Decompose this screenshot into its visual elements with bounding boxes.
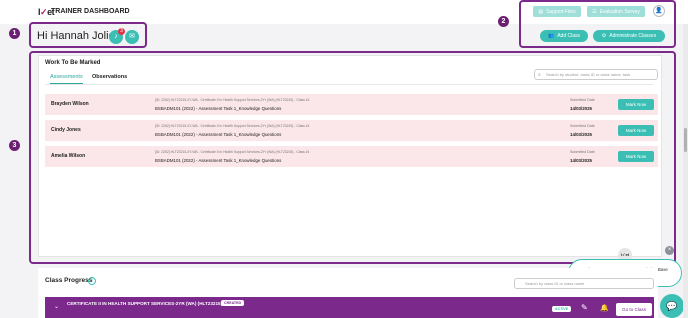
table-row: Cindy Jones [ID: 2262] HLT23215-2Y-WA - … bbox=[45, 120, 658, 141]
chevron-down-icon[interactable]: ⌄ bbox=[54, 303, 59, 310]
logo-accent: ✓ bbox=[40, 7, 48, 17]
task-name: BSBADM101 (2022) - Assessment Task 1_Kno… bbox=[155, 158, 282, 163]
task-name: BSBADM101 (2022) - Assessment Task 1_Kno… bbox=[155, 106, 282, 111]
bell-icon[interactable]: 🔔 bbox=[600, 304, 609, 312]
mark-now-button[interactable]: Mark Now bbox=[618, 99, 654, 110]
edit-icon[interactable]: ✎ bbox=[581, 303, 588, 312]
add-class-label: Add Class bbox=[557, 33, 581, 39]
student-name: Cindy Jones bbox=[51, 127, 81, 133]
bell-icon: ♪ bbox=[114, 33, 118, 40]
class-row[interactable]: ⌄ CERTIFICATE II IN HEALTH SUPPORT SERVI… bbox=[45, 297, 654, 318]
scrollbar-thumb[interactable] bbox=[684, 128, 687, 152]
notification-count-badge: 3 bbox=[118, 28, 125, 35]
app-title: TRAINER DASHBOARD bbox=[51, 8, 130, 15]
close-icon: × bbox=[667, 247, 672, 253]
created-badge: CREATED bbox=[221, 300, 245, 306]
envelope-icon: ✉ bbox=[129, 33, 135, 40]
greeting-text: Hi Hannah Jolie! bbox=[37, 30, 118, 42]
administrate-classes-button[interactable]: ⚙ Administrate Classes bbox=[593, 30, 665, 42]
tab-observations[interactable]: Observations bbox=[92, 74, 127, 80]
work-card-title: Work To Be Marked bbox=[45, 60, 101, 66]
submitted-date: 14/03/2025 bbox=[570, 132, 592, 137]
submitted-label: Submitted Date bbox=[570, 98, 595, 102]
info-icon[interactable]: i bbox=[88, 277, 96, 285]
class-search-input[interactable]: Search by class ID or class name bbox=[514, 278, 654, 289]
messages-button[interactable]: ✉ bbox=[125, 30, 139, 44]
chat-close-button[interactable]: × bbox=[665, 246, 674, 255]
mark-now-button[interactable]: Mark Now bbox=[618, 151, 654, 162]
annotation-marker-1: 1 bbox=[9, 28, 20, 39]
gear-icon: ⚙ bbox=[601, 33, 607, 39]
class-meta: [ID: 2262] HLT23215-2Y-WA - Certificate … bbox=[155, 98, 310, 102]
submitted-label: Submitted Date bbox=[570, 124, 595, 128]
annotation-marker-3: 3 bbox=[9, 140, 20, 151]
go-to-class-button[interactable]: Go to Class bbox=[616, 303, 652, 316]
chat-icon: 💬 bbox=[666, 301, 678, 311]
mark-now-button[interactable]: Mark Now bbox=[618, 125, 654, 136]
submitted-date: 14/03/2025 bbox=[570, 106, 592, 111]
table-row: Brayden Wilson [ID: 2262] HLT23215-2Y-WA… bbox=[45, 94, 658, 115]
search-icon: ⌕ bbox=[538, 72, 541, 78]
student-name: Brayden Wilson bbox=[51, 101, 89, 107]
trainer-dashboard-page: I✓et TRAINER DASHBOARD ▤ Support Files ☰… bbox=[0, 0, 688, 318]
student-name: Amelia Wilson bbox=[51, 153, 86, 159]
task-name: BSBADM101 (2022) - Assessment Task 1_Kno… bbox=[155, 132, 282, 137]
work-search-input[interactable]: ⌕ Search by student, class ID or class n… bbox=[534, 69, 658, 80]
class-progress-title: Class Progress bbox=[45, 277, 93, 284]
class-meta: [ID: 2262] HLT23215-2Y-WA - Certificate … bbox=[155, 150, 310, 154]
tab-divider bbox=[45, 84, 653, 85]
class-search-placeholder: Search by class ID or class name bbox=[525, 281, 585, 286]
administrate-classes-label: Administrate Classes bbox=[609, 33, 657, 39]
class-meta: [ID: 2262] HLT23215-2Y-WA - Certificate … bbox=[155, 124, 310, 128]
active-badge: ACTIVE bbox=[552, 306, 572, 312]
work-search-placeholder: Search by student, class ID or class nam… bbox=[546, 72, 631, 77]
submitted-label: Submitted Date bbox=[570, 150, 595, 154]
annotation-marker-2: 2 bbox=[498, 16, 509, 27]
course-name: CERTIFICATE II IN HEALTH SUPPORT SERVICE… bbox=[67, 301, 223, 306]
page-scrollbar[interactable] bbox=[683, 24, 688, 318]
chat-launcher-button[interactable]: 💬 bbox=[660, 294, 684, 318]
submitted-date: 14/03/2025 bbox=[570, 158, 592, 163]
add-class-button[interactable]: 👥 Add Class bbox=[540, 30, 588, 42]
users-icon: 👥 bbox=[547, 33, 555, 39]
table-row: Amelia Wilson [ID: 2262] HLT23215-2Y-WA … bbox=[45, 146, 658, 167]
tab-assessments[interactable]: Assessments bbox=[50, 74, 83, 84]
